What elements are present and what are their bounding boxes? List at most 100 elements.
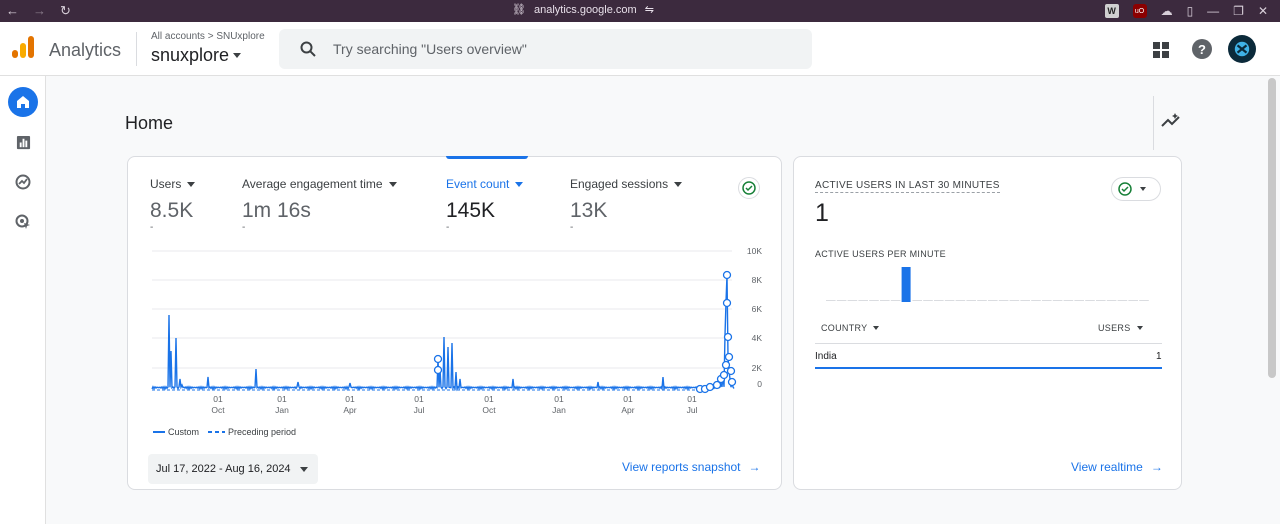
nav-home[interactable] [8, 87, 38, 117]
y-tick-label: 8K [752, 275, 763, 285]
minute-bar [1031, 300, 1041, 301]
bar-chart-icon [16, 135, 30, 149]
minute-bar [944, 300, 955, 301]
x-tick-label: 01 [554, 394, 564, 404]
minute-bar [826, 300, 836, 301]
page-title: Home [125, 113, 174, 133]
table-row-bar [815, 367, 1162, 369]
minute-bar [1009, 300, 1020, 301]
chevron-down-icon [300, 467, 308, 472]
x-tick-label: Jan [275, 405, 289, 415]
y-axis-ticks: 10K 8K 6K 4K 2K 0 [747, 246, 762, 389]
help-icon[interactable]: ? [1192, 39, 1212, 59]
minute-bar [955, 300, 966, 301]
realtime-quality-dropdown[interactable] [1111, 177, 1161, 201]
column-header-users[interactable]: USERS [1098, 323, 1143, 333]
back-icon[interactable]: ← [6, 3, 19, 19]
chart-point [721, 360, 731, 370]
minute-bar [998, 300, 1009, 301]
series-line-custom [151, 274, 735, 392]
address-bar[interactable]: ⛓ analytics.google.com ⇋ [512, 3, 654, 17]
view-realtime-link[interactable]: View realtime → [1071, 460, 1163, 474]
link-label: View realtime [1071, 460, 1143, 474]
minute-bar [977, 300, 987, 301]
minute-bar [858, 300, 868, 301]
close-icon[interactable]: ✕ [1258, 4, 1268, 18]
forward-icon[interactable]: → [33, 3, 46, 19]
x-tick-label: Oct [482, 405, 496, 415]
nav-reports[interactable] [8, 127, 38, 157]
view-reports-snapshot-link[interactable]: View reports snapshot → [622, 460, 761, 474]
chevron-down-icon [1136, 326, 1143, 330]
avatar[interactable] [1228, 35, 1256, 63]
scrollbar[interactable] [1268, 78, 1276, 378]
minute-bar [912, 300, 922, 301]
divider [136, 32, 137, 66]
x-tick-label: Apr [343, 405, 356, 415]
event-count-chart[interactable]: 10K8K6K4K2K0 01Oct01Jan01Apr01Jul01Oct01… [128, 157, 783, 447]
minute-bar [1063, 300, 1074, 301]
search-input[interactable]: Try searching "Users overview" [279, 29, 812, 69]
active-users-value: 1 [815, 199, 829, 227]
x-tick-label: 01 [414, 394, 424, 404]
minute-bar [1074, 300, 1084, 301]
sidebar-icon[interactable]: ▯ [1187, 4, 1194, 18]
reload-icon[interactable]: ↻ [60, 3, 71, 19]
nav-explore[interactable] [8, 167, 38, 197]
minute-bar [1139, 300, 1149, 301]
y-tick-label: 4K [752, 333, 763, 343]
minute-bar [890, 300, 901, 301]
extensions-icon[interactable]: ☁ [1161, 4, 1173, 18]
minute-bar [880, 300, 890, 301]
restore-icon[interactable]: ❐ [1233, 4, 1244, 18]
minute-bar [847, 300, 858, 301]
minute-bar [836, 300, 847, 301]
column-header-label: COUNTRY [821, 323, 868, 333]
minute-bar [988, 300, 998, 301]
per-minute-bar-chart[interactable] [824, 265, 1154, 305]
search-placeholder: Try searching "Users overview" [333, 41, 527, 57]
account-selector[interactable]: snuxplore [151, 45, 242, 66]
insights-icon[interactable] [1160, 111, 1182, 131]
arrow-right-icon: → [748, 460, 761, 474]
nav-advertising[interactable] [8, 207, 38, 237]
divider [1153, 96, 1154, 150]
apps-grid-icon[interactable] [1152, 41, 1170, 59]
minute-bar [923, 300, 933, 301]
x-tick-label: Jul [414, 405, 425, 415]
chart-point [722, 270, 732, 280]
chart-point [722, 298, 732, 308]
y-tick-label: 6K [752, 304, 763, 314]
tune-icon[interactable]: ⇋ [645, 3, 654, 16]
analytics-logo-icon[interactable] [10, 34, 36, 60]
ublock-extension-icon[interactable]: uO [1132, 4, 1147, 18]
chart-point [705, 382, 715, 392]
realtime-title[interactable]: ACTIVE USERS IN LAST 30 MINUTES [815, 180, 1000, 193]
chart-point [724, 352, 734, 362]
legend-custom: Custom [168, 427, 199, 437]
minute-bar [1128, 300, 1138, 301]
minute-bar [1096, 300, 1106, 301]
search-icon [300, 41, 316, 57]
minute-bar [1052, 300, 1063, 301]
minute-bar [901, 267, 911, 302]
wappalyzer-extension-icon[interactable]: W [1104, 4, 1119, 18]
x-tick-label: Jan [552, 405, 566, 415]
minute-bar [966, 300, 976, 301]
check-circle-icon [1118, 182, 1132, 196]
minimize-icon[interactable]: — [1207, 4, 1219, 18]
per-minute-label: ACTIVE USERS PER MINUTE [815, 249, 946, 259]
account-name: snuxplore [151, 45, 230, 65]
app-bar: Analytics All accounts > SNUxplore snuxp… [0, 22, 1280, 76]
breadcrumb[interactable]: All accounts > SNUxplore [151, 31, 265, 42]
minute-bar [934, 300, 944, 301]
minute-bar [1106, 300, 1117, 301]
column-header-country[interactable]: COUNTRY [821, 323, 880, 333]
date-range-text: Jul 17, 2022 - Aug 16, 2024 [156, 463, 291, 475]
chart-point [433, 365, 443, 375]
y-tick-label: 0 [757, 379, 762, 389]
target-cursor-icon [15, 214, 30, 229]
app-name: Analytics [49, 40, 122, 60]
minute-bar [1085, 300, 1095, 301]
date-range-selector[interactable]: Jul 17, 2022 - Aug 16, 2024 [148, 454, 318, 484]
